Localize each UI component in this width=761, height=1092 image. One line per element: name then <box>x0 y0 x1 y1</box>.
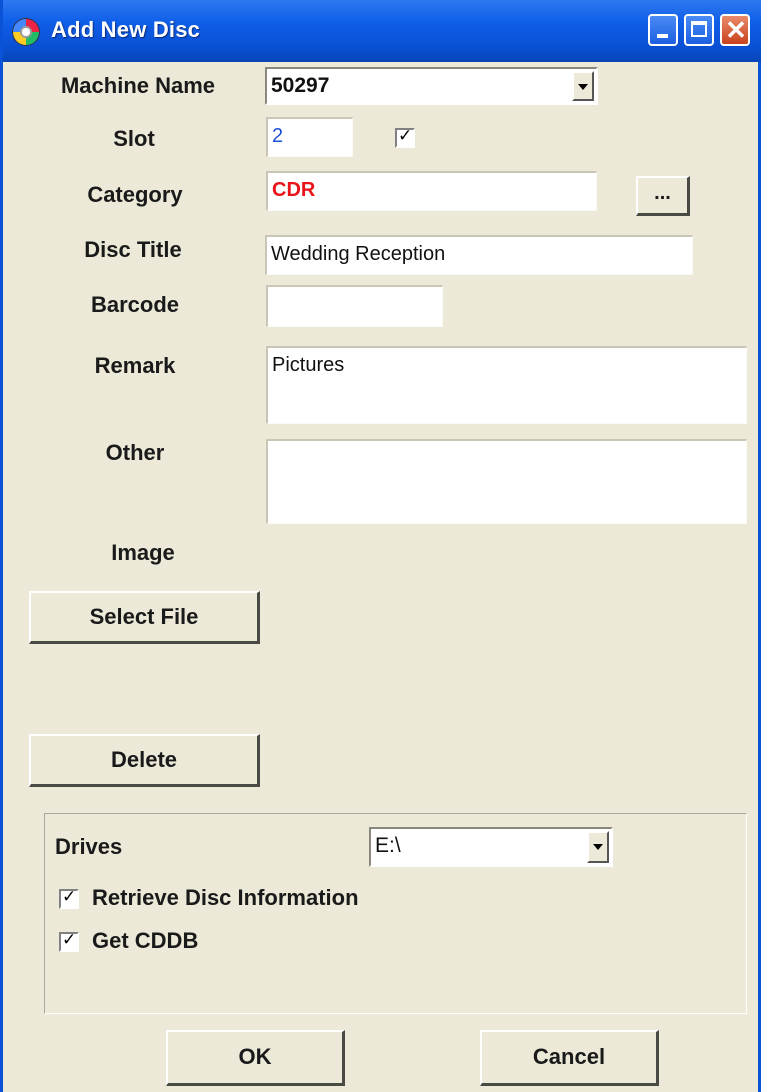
browse-label: ... <box>654 182 671 204</box>
disc-title-input[interactable]: Wedding Reception <box>265 235 693 275</box>
category-input[interactable]: CDR <box>266 171 597 211</box>
cancel-button[interactable]: Cancel <box>480 1030 659 1086</box>
slot-input[interactable]: 2 <box>266 117 353 157</box>
category-value: CDR <box>272 179 316 201</box>
other-textarea[interactable] <box>266 439 747 524</box>
category-label: Category <box>87 182 183 207</box>
drives-dropdown[interactable]: E:\ <box>369 827 613 867</box>
disc-icon <box>13 19 39 45</box>
ok-label: OK <box>238 1044 272 1069</box>
select-file-button[interactable]: Select File <box>29 591 260 644</box>
title-bar[interactable]: Add New Disc ✕ <box>3 0 761 62</box>
machine-name-value: 50297 <box>271 74 330 97</box>
category-browse-button[interactable]: ... <box>636 176 690 216</box>
slot-value: 2 <box>272 125 284 147</box>
drives-label: Drives <box>55 834 123 859</box>
machine-name-label: Machine Name <box>60 73 216 98</box>
remark-label: Remark <box>94 353 176 378</box>
slot-label: Slot <box>113 126 155 151</box>
chevron-down-icon[interactable] <box>587 831 609 863</box>
maximize-button[interactable] <box>684 14 714 46</box>
remark-value: Pictures <box>272 354 345 376</box>
get-cddb-label: Get CDDB <box>92 928 199 953</box>
barcode-input[interactable] <box>266 285 443 327</box>
retrieve-disc-info-checkbox[interactable] <box>59 887 79 909</box>
drives-value: E:\ <box>375 834 401 857</box>
get-cddb-checkbox[interactable] <box>59 930 79 952</box>
ok-button[interactable]: OK <box>166 1030 345 1086</box>
minimize-icon <box>657 34 668 38</box>
select-file-label: Select File <box>89 604 199 629</box>
cancel-label: Cancel <box>532 1044 606 1069</box>
slot-checkbox[interactable] <box>395 126 415 148</box>
close-button[interactable]: ✕ <box>720 14 750 46</box>
delete-label: Delete <box>110 747 178 772</box>
other-label: Other <box>105 440 165 465</box>
delete-button[interactable]: Delete <box>29 734 260 787</box>
disc-title-value: Wedding Reception <box>271 243 446 265</box>
window-title: Add New Disc <box>51 17 201 42</box>
chevron-down-icon[interactable] <box>572 71 594 101</box>
close-icon: ✕ <box>725 15 747 45</box>
maximize-icon <box>691 21 707 37</box>
retrieve-disc-info-label: Retrieve Disc Information <box>92 885 359 910</box>
add-new-disc-window: Add New Disc ✕ Machine Name 50297 Slot 2… <box>0 0 761 1092</box>
machine-name-dropdown[interactable]: 50297 <box>265 67 598 105</box>
barcode-label: Barcode <box>90 292 180 317</box>
disc-title-label: Disc Title <box>84 237 182 262</box>
image-label: Image <box>111 540 175 565</box>
minimize-button[interactable] <box>648 14 678 46</box>
remark-textarea[interactable]: Pictures <box>266 346 747 424</box>
